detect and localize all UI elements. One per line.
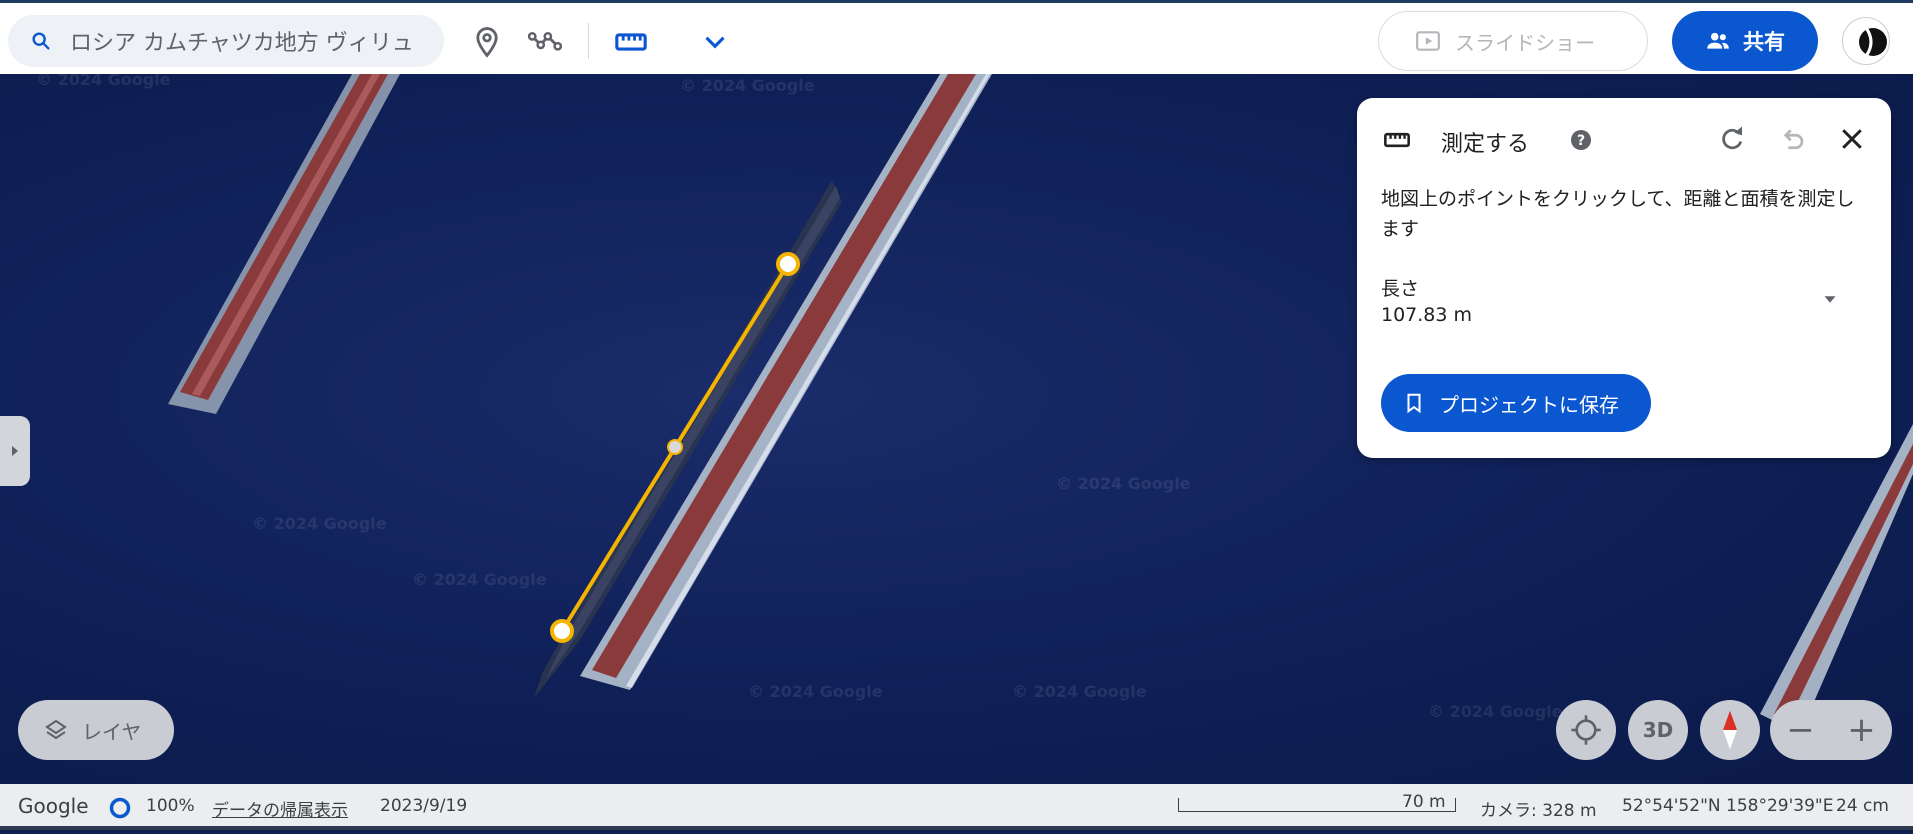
layers-icon <box>45 719 67 740</box>
save-to-project-button[interactable]: プロジェクトに保存 <box>1381 374 1651 432</box>
undo-icon[interactable] <box>1777 124 1807 154</box>
layers-label: レイヤ <box>82 719 142 744</box>
place-pin-icon[interactable] <box>470 25 504 59</box>
map-watermark: © 2024 Google <box>1012 682 1147 701</box>
slideshow-button[interactable]: スライドショー <box>1378 11 1648 71</box>
compass-icon <box>1723 710 1737 750</box>
pier-center <box>580 74 992 690</box>
map-watermark: © 2024 Google <box>36 74 171 89</box>
map-watermark: © 2024 Google <box>252 514 387 533</box>
measure-title: 測定する <box>1441 132 1530 157</box>
help-icon[interactable]: ? <box>1569 128 1593 152</box>
google-logo: Google <box>18 794 89 818</box>
camera-altitude: カメラ: 328 m <box>1480 801 1597 821</box>
imagery-date: 2023/9/19 <box>380 796 468 816</box>
pier-left <box>168 74 400 414</box>
chevron-down-icon[interactable] <box>698 25 732 59</box>
map-watermark: © 2024 Google <box>748 682 883 701</box>
svg-text:?: ? <box>1577 133 1585 149</box>
search-box[interactable]: ロシア カムチャツカ地方 ヴィリュ <box>8 15 444 67</box>
scale-label: 70 m <box>1402 792 1446 812</box>
pier-right <box>1760 424 1913 734</box>
side-panel-toggle[interactable] <box>0 416 30 486</box>
close-icon[interactable] <box>1837 124 1867 154</box>
map-watermark: © 2024 Google <box>412 570 547 589</box>
status-bar: Google 100% データの帰属表示 2023/9/19 70 m カメラ:… <box>0 784 1913 830</box>
measure-panel: 測定する ? 地図上のポイントをクリックして、距離と面積を測定します 長さ 10… <box>1357 98 1891 458</box>
measure-point-end <box>550 619 574 643</box>
share-label: 共有 <box>1743 30 1785 54</box>
path-icon[interactable] <box>528 25 562 59</box>
map-watermark: © 2024 Google <box>1056 474 1191 493</box>
loading-ring-icon <box>109 797 131 819</box>
zoom-controls: − + <box>1770 700 1892 760</box>
toolbar-divider <box>588 23 589 59</box>
measure-midpoint <box>667 439 683 455</box>
map-watermark: © 2024 Google <box>680 76 815 95</box>
save-label: プロジェクトに保存 <box>1439 392 1619 417</box>
my-location-button[interactable] <box>1556 700 1616 760</box>
measure-description: 地図上のポイントをクリックして、距離と面積を測定します <box>1381 188 1855 240</box>
search-input[interactable]: ロシア カムチャツカ地方 ヴィリュ <box>70 25 414 57</box>
slideshow-icon <box>1416 31 1440 51</box>
compass-button[interactable] <box>1700 700 1760 760</box>
zoom-out-button[interactable]: − <box>1786 710 1815 750</box>
toggle-3d-button[interactable]: 3D <box>1628 700 1688 760</box>
share-button[interactable]: 共有 <box>1672 11 1818 71</box>
eye-altitude: 24 cm <box>1836 796 1889 816</box>
unit-dropdown-icon[interactable] <box>1819 288 1841 310</box>
ruler-icon <box>1384 132 1410 148</box>
length-label: 長さ <box>1381 278 1420 300</box>
map-watermark: © 2024 Google <box>1428 702 1563 721</box>
length-value: 107.83 m <box>1381 304 1473 326</box>
ruler-icon[interactable] <box>614 25 648 59</box>
search-icon[interactable] <box>30 30 52 52</box>
redo-icon[interactable] <box>1717 124 1747 154</box>
coordinates: 52°54'52"N 158°29'39"E <box>1622 796 1834 816</box>
toggle-3d-label: 3D <box>1642 718 1674 742</box>
people-icon <box>1707 32 1729 49</box>
measure-point-start <box>776 252 800 276</box>
layers-button[interactable]: レイヤ <box>18 700 174 760</box>
slideshow-label: スライドショー <box>1455 30 1595 55</box>
top-bar: ロシア カムチャツカ地方 ヴィリュ スライドショー 共有 <box>0 0 1913 74</box>
zoom-in-button[interactable]: + <box>1847 710 1876 750</box>
chevron-right-icon <box>12 446 18 456</box>
attribution-link[interactable]: データの帰属表示 <box>212 796 348 821</box>
load-percent: 100% <box>146 796 195 816</box>
bookmark-icon <box>1407 393 1421 414</box>
crosshair-icon <box>1571 715 1601 745</box>
avatar[interactable] <box>1842 17 1890 65</box>
